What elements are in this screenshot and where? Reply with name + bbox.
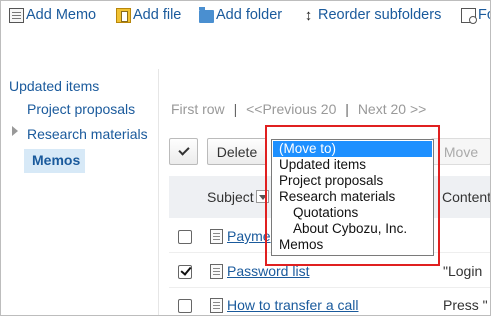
reorder-icon: ↕ <box>304 6 313 24</box>
memo-title-link[interactable]: How to transfer a call <box>227 297 359 313</box>
memo-icon <box>9 7 24 23</box>
select-all-button[interactable] <box>169 138 198 165</box>
dropdown-option-project-proposals[interactable]: Project proposals <box>273 173 432 189</box>
sidebar-item-memos[interactable]: Memos <box>24 149 85 173</box>
dropdown-option-quotations[interactable]: Quotations <box>273 205 432 221</box>
move-button[interactable]: Move <box>431 138 490 165</box>
sidebar-item-memos-label: Memos <box>32 152 81 168</box>
form-button[interactable]: Fo <box>461 5 490 25</box>
add-file-button[interactable]: Add file <box>116 5 181 25</box>
toolbar: Add Memo Add file Add folder ↕ Reorder s… <box>1 1 490 29</box>
folder-icon <box>199 6 214 23</box>
reorder-subfolders-button[interactable]: ↕ Reorder subfolders <box>301 5 442 25</box>
memo-icon <box>210 264 223 279</box>
expand-arrow-icon[interactable] <box>12 126 18 136</box>
row-checkbox[interactable] <box>178 299 192 313</box>
previous-page-link[interactable]: <<Previous 20 <box>246 101 336 117</box>
row-checkbox[interactable] <box>178 230 192 244</box>
file-icon <box>116 7 131 23</box>
folder-sidebar: Updated items Project proposals Research… <box>1 69 159 315</box>
row-checkbox[interactable] <box>178 265 192 279</box>
first-row-link[interactable]: First row <box>171 101 225 117</box>
memo-content: "Login <box>443 263 483 279</box>
move-to-dropdown-list[interactable]: (Move to) Updated items Project proposal… <box>271 139 434 256</box>
dropdown-option-research-materials[interactable]: Research materials <box>273 189 432 205</box>
add-folder-label: Add folder <box>216 7 283 23</box>
pagination: First row | <<Previous 20 | Next 20 >> <box>171 101 426 117</box>
subject-column-header[interactable]: Subject <box>207 189 254 205</box>
add-folder-button[interactable]: Add folder <box>199 5 282 25</box>
dropdown-option-about-cybozu[interactable]: About Cybozu, Inc. <box>273 221 432 237</box>
add-memo-label: Add Memo <box>26 7 97 23</box>
add-memo-button[interactable]: Add Memo <box>9 5 96 25</box>
dropdown-option-updated-items[interactable]: Updated items <box>273 157 432 173</box>
form-icon <box>461 7 477 24</box>
table-row: How to transfer a call Press " <box>169 290 490 315</box>
dropdown-option-memos[interactable]: Memos <box>273 237 432 253</box>
pager-separator: | <box>233 101 238 117</box>
memo-icon <box>210 298 223 313</box>
sidebar-item-research-materials[interactable]: Research materials <box>27 126 148 142</box>
next-page-link[interactable]: Next 20 >> <box>358 101 427 117</box>
reorder-subfolders-label: Reorder subfolders <box>318 7 442 23</box>
dropdown-option-move-to[interactable]: (Move to) <box>273 141 432 157</box>
memo-content: Press " <box>443 297 488 313</box>
app-window: Add Memo Add file Add folder ↕ Reorder s… <box>0 0 491 316</box>
delete-button[interactable]: Delete <box>207 138 267 165</box>
form-label: Fo <box>478 7 490 23</box>
sidebar-item-updated-items[interactable]: Updated items <box>9 78 99 94</box>
sidebar-item-project-proposals[interactable]: Project proposals <box>27 101 135 117</box>
content-column-header: Content <box>442 189 491 205</box>
memo-icon <box>210 229 223 244</box>
add-file-label: Add file <box>133 7 182 23</box>
pager-separator: | <box>345 101 349 117</box>
